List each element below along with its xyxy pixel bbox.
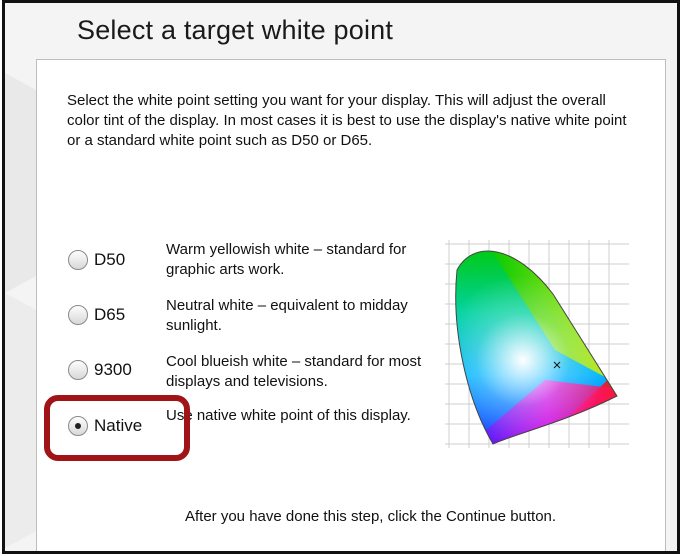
cie-chromaticity-diagram-icon [445, 240, 629, 448]
assistant-window: Select a target white point Select the w… [2, 0, 680, 554]
radio-label: D65 [94, 305, 126, 324]
page-title: Select a target white point [77, 15, 394, 45]
highlight-annotation [44, 395, 190, 461]
radio-d65[interactable]: D65 [68, 305, 125, 325]
option-description: Neutral white – equivalent to midday sun… [166, 297, 408, 334]
option-description: Warm yellowish white – standard for grap… [166, 241, 407, 278]
radio-d50[interactable]: D50 [68, 250, 125, 270]
radio-button[interactable] [68, 360, 88, 380]
content-panel: Select the white point setting you want … [36, 59, 666, 551]
intro-text: Select the white point setting you want … [67, 92, 627, 149]
radio-9300[interactable]: 9300 [68, 360, 132, 380]
radio-button[interactable] [68, 250, 88, 270]
footer-hint: After you have done this step, click the… [185, 508, 557, 525]
radio-label: 9300 [94, 360, 132, 379]
radio-button[interactable] [68, 305, 88, 325]
option-description: Use native white point of this display. [166, 407, 411, 424]
radio-label: D50 [94, 250, 126, 269]
option-description: Cool blueish white – standard for most d… [166, 353, 422, 390]
